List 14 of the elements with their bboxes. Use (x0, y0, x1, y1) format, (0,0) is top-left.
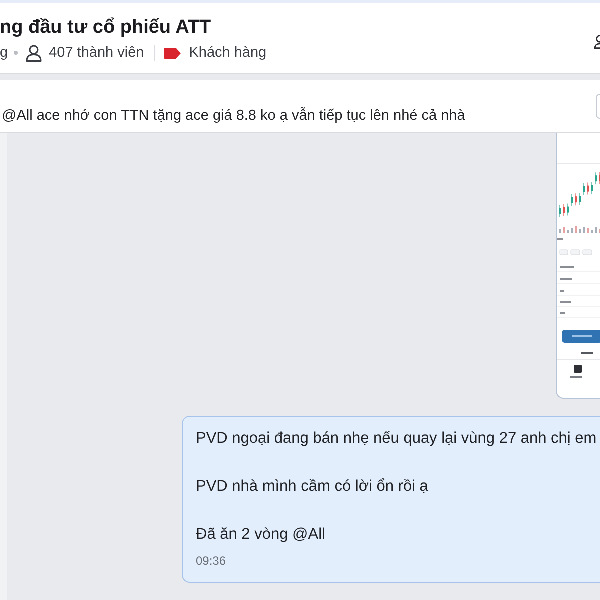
pinned-message-text[interactable]: @All ace nhớ con TTN tặng ace giá 8.8 ko ạ vẫn tiếp tục lên nhé cả nhà (2, 106, 466, 126)
message-time: 09:36 (196, 553, 228, 569)
message-text: Đã ăn 2 vòng @All (196, 525, 326, 545)
person-icon (26, 44, 42, 62)
member-count[interactable]: 407 thành viên (49, 45, 144, 61)
customer-tag-label[interactable]: Khách hàng (189, 45, 267, 61)
group-status-text: g (0, 45, 8, 61)
user-icon[interactable] (594, 35, 600, 49)
stock-app-screenshot-drawing[interactable] (556, 133, 600, 399)
tag-icon (164, 48, 182, 58)
group-title: ng đầu tư cổ phiếu ATT (0, 16, 212, 40)
message-text: PVD nhà mình cầm có lời ổn rồi ạ (196, 477, 430, 497)
separator-dot-icon (14, 51, 18, 55)
message-text: PVD ngoại đang bán nhẹ nếu quay lại vùng 27 anh chị em (196, 429, 598, 449)
